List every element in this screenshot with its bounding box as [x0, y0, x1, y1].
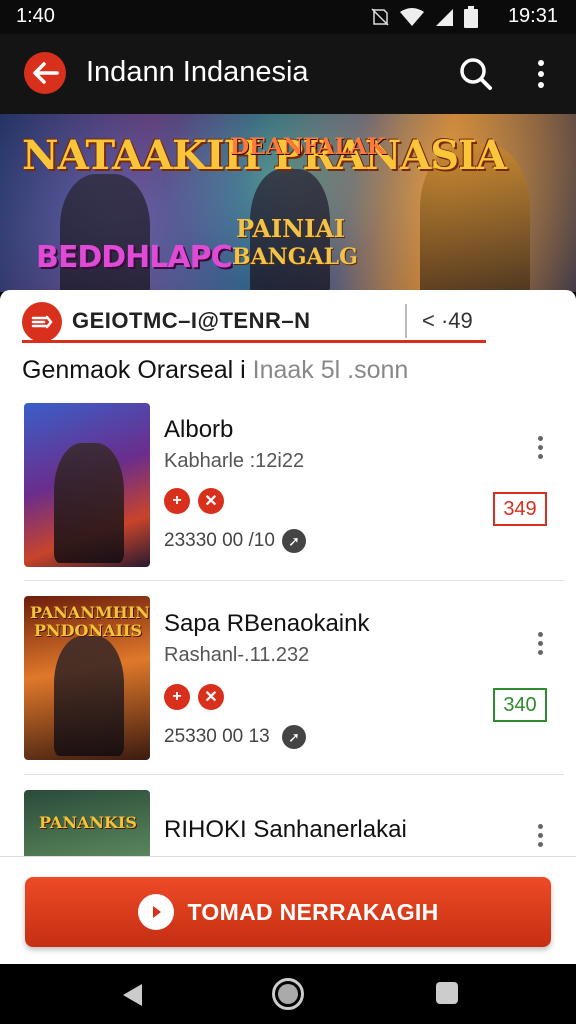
item-title: Sapa RBenaokaink: [164, 610, 370, 637]
signal-icon: [436, 9, 453, 26]
bars-arrow-icon: [31, 315, 53, 329]
nav-back-icon[interactable]: [120, 982, 146, 1008]
list-item[interactable]: PANANMHIN PNDONAIIS Sapa RBenaokaink Ras…: [0, 596, 576, 792]
dot-icon: [537, 444, 543, 450]
list-divider: [24, 580, 564, 581]
app-bar: Indann Indanesia: [0, 34, 576, 114]
category-icon: [22, 302, 62, 342]
banner-subtitle: DEANFALAK: [230, 134, 387, 160]
dot-icon: [537, 453, 543, 459]
item-title: RIHOKI Sanhanerlakai: [164, 816, 407, 843]
section-title-secondary: Inaak 5l .sonn: [245, 356, 409, 384]
play-icon: [152, 906, 161, 918]
dot-icon: [538, 82, 544, 88]
arrow-badge-icon: ➚: [282, 529, 306, 553]
item-title: Alborb: [164, 416, 234, 443]
arrow-left-icon: [33, 62, 59, 84]
nav-recents-button[interactable]: [436, 982, 458, 1004]
overflow-menu-button[interactable]: [526, 54, 556, 94]
dot-icon: [538, 60, 544, 66]
status-icons: [370, 6, 478, 28]
item-more-button[interactable]: [530, 432, 550, 462]
status-time-left: 1:40: [16, 5, 55, 27]
game-thumbnail: PANANMHIN PNDONAIIS: [24, 596, 150, 760]
banner-tagline: BEDDHLAPC: [36, 240, 233, 275]
tab-count[interactable]: < ·49: [422, 308, 473, 334]
item-subtitle: Rashanl-.11.232: [164, 644, 310, 666]
item-subtitle: Kabharle :12i22: [164, 450, 305, 472]
promo-banner[interactable]: NATAAKIH PRANASIA DEANFALAK PAINIAI BANG…: [0, 114, 576, 292]
score-badge: 349: [493, 492, 547, 526]
plus-icon[interactable]: +: [164, 684, 190, 710]
dot-icon: [537, 435, 543, 441]
game-thumbnail: PANANKIS: [24, 790, 150, 860]
dot-icon: [537, 649, 543, 655]
list-divider: [24, 774, 564, 775]
tab-bar[interactable]: GEIOTMC–I@TENR–N < ·49: [22, 302, 486, 344]
dot-icon: [537, 823, 543, 829]
plus-icon[interactable]: +: [164, 488, 190, 514]
score-value: 340: [503, 693, 537, 716]
dot-icon: [537, 841, 543, 847]
game-thumbnail: [24, 403, 150, 567]
tab-indicator: [22, 340, 486, 343]
score-value: 349: [503, 497, 537, 520]
tab-label: GEIOTMC–I@TENR–N: [72, 308, 311, 333]
tab-divider: [405, 304, 407, 338]
banner-caption: PAINIAI: [236, 214, 346, 243]
no-sim-icon: [371, 8, 389, 26]
thumbnail-title: PANANMHIN PNDONAIIS: [30, 603, 150, 640]
list-item[interactable]: PANANKIS RIHOKI Sanhanerlakai: [0, 790, 576, 860]
banner-caption-2: BANGALG: [232, 244, 358, 270]
arrow-badge-icon: ➚: [282, 725, 306, 749]
primary-action-button[interactable]: TOMAD NERRAKAGIH: [25, 877, 551, 947]
score-badge: 340: [493, 688, 547, 722]
tools-icon[interactable]: ✕: [198, 488, 224, 514]
section-title: Genmaok Orarseal i Inaak 5l .sonn: [22, 356, 408, 385]
tools-icon[interactable]: ✕: [198, 684, 224, 710]
thumbnail-character: [54, 443, 124, 563]
battery-icon: [464, 6, 478, 28]
dot-icon: [537, 631, 543, 637]
thumbnail-title: PANANKIS: [39, 813, 137, 832]
wifi-icon: [400, 8, 424, 26]
list-item[interactable]: Alborb Kabharle :12i22 + ✕ 23330 00 /10 …: [0, 400, 576, 596]
content-card: GEIOTMC–I@TENR–N < ·49 Genmaok Orarseal …: [0, 290, 576, 860]
item-meta: 23330 00 /10: [164, 530, 275, 551]
home-circle-icon: [278, 984, 298, 1004]
nav-home-button[interactable]: [272, 978, 304, 1010]
status-bar: 1:40 19:31: [0, 0, 576, 34]
page-title: Indann Indanesia: [86, 56, 309, 88]
section-title-main: Genmaok Orarseal i: [22, 356, 246, 384]
search-icon: [460, 58, 492, 90]
primary-action-label: TOMAD NERRAKAGIH: [187, 898, 439, 925]
search-button[interactable]: [456, 54, 496, 94]
status-time-right: 19:31: [507, 5, 558, 27]
dot-icon: [538, 71, 544, 77]
item-meta: 25330 00 13: [164, 726, 270, 747]
item-more-button[interactable]: [530, 820, 550, 850]
item-more-button[interactable]: [530, 628, 550, 658]
dot-icon: [537, 832, 543, 838]
dot-icon: [537, 640, 543, 646]
system-nav-bar: [0, 964, 576, 1024]
thumbnail-character: [54, 636, 124, 756]
bottom-action-area: TOMAD NERRAKAGIH: [0, 856, 576, 964]
back-button[interactable]: [24, 52, 66, 94]
play-circle-icon: [137, 894, 174, 930]
